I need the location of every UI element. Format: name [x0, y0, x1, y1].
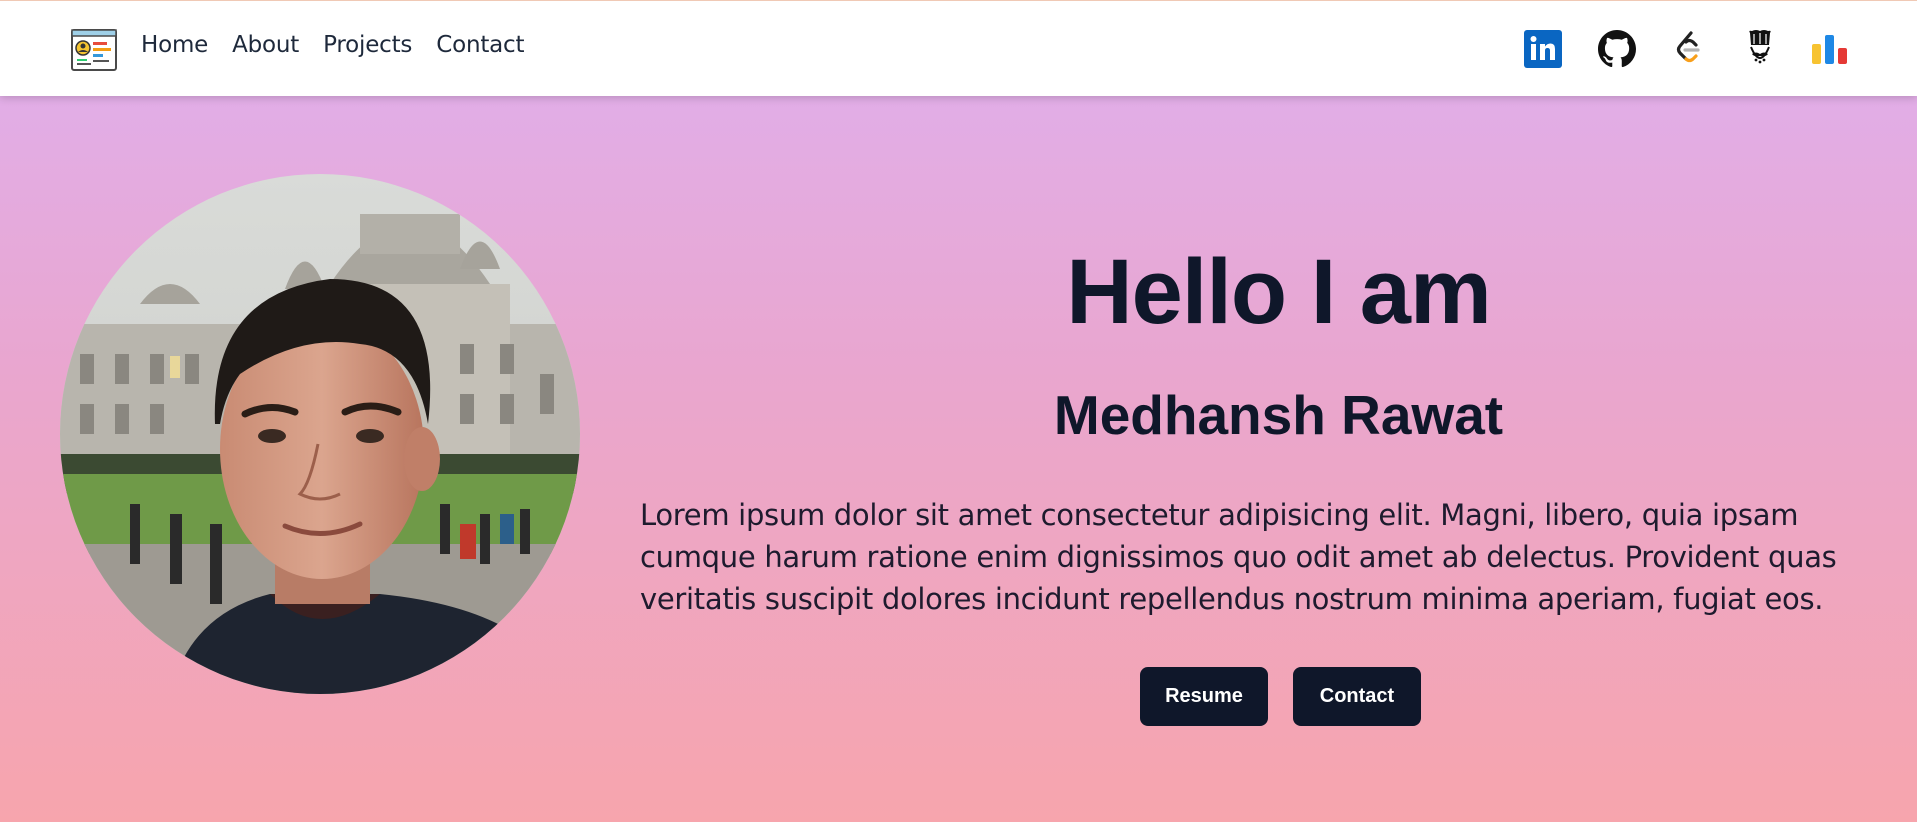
github-icon[interactable] [1597, 29, 1637, 69]
navbar: Home About Projects Contact [0, 0, 1917, 96]
resume-button[interactable]: Resume [1140, 667, 1268, 726]
portfolio-logo-icon[interactable] [71, 29, 117, 71]
nav-link-about[interactable]: About [232, 32, 299, 58]
nav-link-contact[interactable]: Contact [436, 32, 524, 58]
codechef-icon[interactable] [1740, 29, 1780, 69]
hero-description: Lorem ipsum dolor sit amet consectetur a… [640, 498, 1837, 616]
leetcode-icon[interactable] [1669, 29, 1709, 69]
profile-photo [60, 174, 580, 694]
hero-name: Medhansh Rawat [1053, 384, 1504, 446]
hero-greeting: Hello I am [1066, 241, 1492, 343]
nav-link-projects[interactable]: Projects [323, 32, 412, 58]
linkedin-icon[interactable] [1523, 29, 1563, 69]
codeforces-icon[interactable] [1810, 29, 1850, 69]
nav-link-home[interactable]: Home [141, 32, 208, 58]
nav-links: Home About Projects Contact [141, 32, 525, 58]
contact-button[interactable]: Contact [1293, 667, 1421, 726]
